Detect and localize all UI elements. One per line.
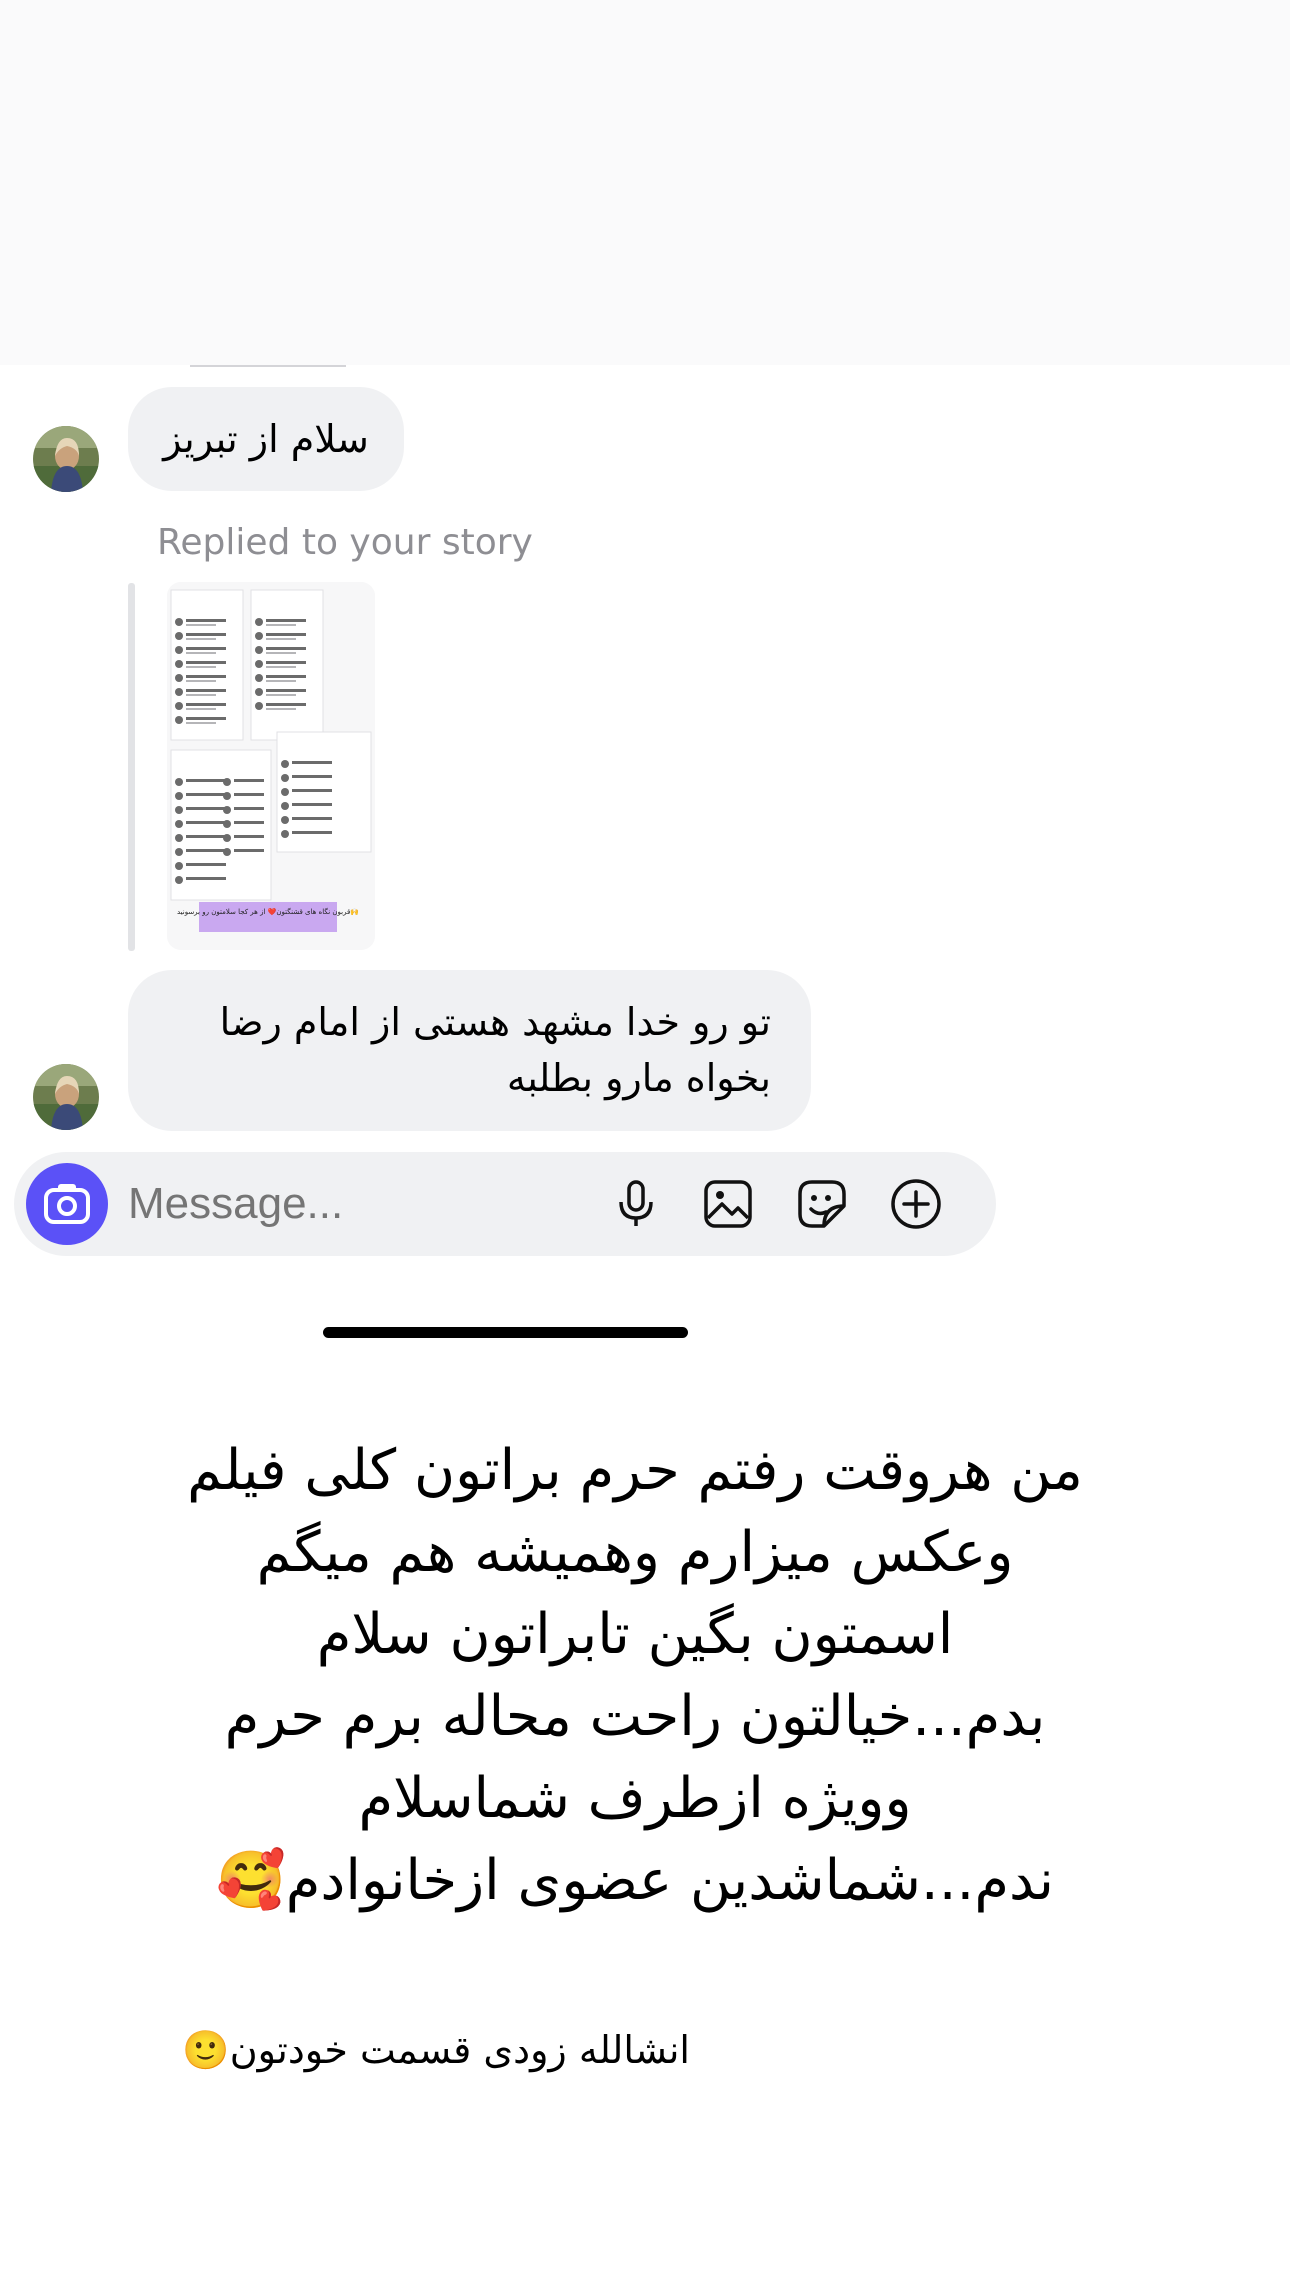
gallery-icon[interactable] bbox=[700, 1176, 756, 1232]
message-input[interactable] bbox=[128, 1152, 588, 1256]
camera-button[interactable] bbox=[26, 1163, 108, 1245]
story-thumbnail[interactable]: قربون نگاه های قشنگتون❤️ از هر کجا سلامت… bbox=[167, 582, 375, 950]
message-bubble[interactable]: تو رو خدا مشهد هستی از امام رضا بخواه ما… bbox=[128, 970, 811, 1131]
chat-thread bbox=[0, 365, 1015, 1285]
reply-quote-bar bbox=[128, 583, 135, 951]
avatar-photo bbox=[33, 1064, 99, 1130]
sender-avatar[interactable] bbox=[33, 1064, 99, 1130]
message-text: تو رو خدا مشهد هستی از امام رضا بخواه ما… bbox=[219, 1000, 771, 1100]
caption-main-text: من هروقت رفتم حرم براتون کلی فیلم وعکس م… bbox=[187, 1438, 1083, 1913]
home-indicator bbox=[323, 1327, 688, 1338]
caption-secondary-text: انشالله زودی قسمت خودتون🙂 bbox=[182, 2028, 690, 2072]
message-text: سلام از تبریز bbox=[163, 417, 369, 461]
camera-icon bbox=[44, 1184, 90, 1224]
story-banner-text: قربون نگاه های قشنگتون❤️ از هر کجا سلامت… bbox=[177, 907, 359, 916]
story-preview-image: قربون نگاه های قشنگتون❤️ از هر کجا سلامت… bbox=[167, 582, 375, 950]
top-blank-area bbox=[0, 0, 1290, 365]
previous-message-edge bbox=[190, 365, 346, 367]
message-composer bbox=[14, 1152, 996, 1256]
replied-to-story-label: Replied to your story bbox=[157, 522, 533, 563]
message-bubble[interactable]: سلام از تبریز bbox=[128, 387, 404, 491]
sticker-icon[interactable] bbox=[794, 1176, 850, 1232]
screenshot-page: سلام از تبریز Replied to your story قربو… bbox=[0, 0, 1290, 2293]
avatar-photo bbox=[33, 426, 99, 492]
microphone-icon[interactable] bbox=[608, 1176, 664, 1232]
sender-avatar[interactable] bbox=[33, 426, 99, 492]
plus-icon[interactable] bbox=[888, 1176, 944, 1232]
